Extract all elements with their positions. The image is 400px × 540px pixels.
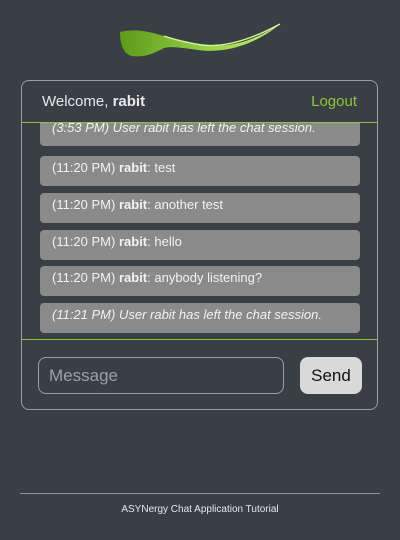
message-user: rabit: [118, 197, 148, 212]
message-user: rabit: [118, 160, 148, 175]
message-text: : hello: [147, 234, 182, 249]
message-time: (11:20 PM): [52, 270, 116, 285]
message-text: : test: [147, 160, 176, 175]
message-input[interactable]: [38, 357, 284, 394]
message-time: (11:20 PM): [52, 234, 116, 249]
chat-message: (11:20 PM) rabit: anybody listening?: [40, 266, 360, 296]
system-message: (3:53 PM) User rabit has left the chat s…: [40, 123, 360, 146]
message-user: rabit: [118, 234, 148, 249]
chat-header: Welcome, rabit Logout: [22, 81, 377, 123]
message-text: (11:21 PM) User rabit has left the chat …: [52, 307, 322, 322]
message-text: : another test: [147, 197, 224, 212]
current-username: rabit: [112, 93, 146, 110]
logo-icon: [120, 23, 281, 57]
message-user: rabit: [118, 270, 148, 285]
message-text: : anybody listening?: [147, 270, 263, 285]
footer-divider: [20, 493, 380, 494]
message-time: (11:20 PM): [52, 197, 116, 212]
chat-panel: Welcome, rabit Logout (3:53 PM) User rab…: [21, 80, 378, 410]
logout-link[interactable]: Logout: [311, 93, 357, 110]
chat-message: (11:20 PM) rabit: test: [40, 156, 360, 186]
welcome-text: Welcome, rabit: [42, 93, 145, 110]
chat-message: (11:20 PM) rabit: another test: [40, 193, 360, 223]
welcome-prefix: Welcome,: [42, 93, 113, 110]
message-text: (3:53 PM) User rabit has left the chat s…: [52, 123, 316, 135]
composer-divider: [22, 339, 377, 340]
chat-message: (11:20 PM) rabit: hello: [40, 230, 360, 260]
send-button[interactable]: Send: [300, 357, 362, 394]
system-message: (11:21 PM) User rabit has left the chat …: [40, 303, 360, 333]
message-list[interactable]: (3:53 PM) User rabit has left the chat s…: [22, 123, 377, 339]
message-time: (11:20 PM): [52, 160, 116, 175]
footer-text: ASYNergy Chat Application Tutorial: [121, 504, 279, 515]
